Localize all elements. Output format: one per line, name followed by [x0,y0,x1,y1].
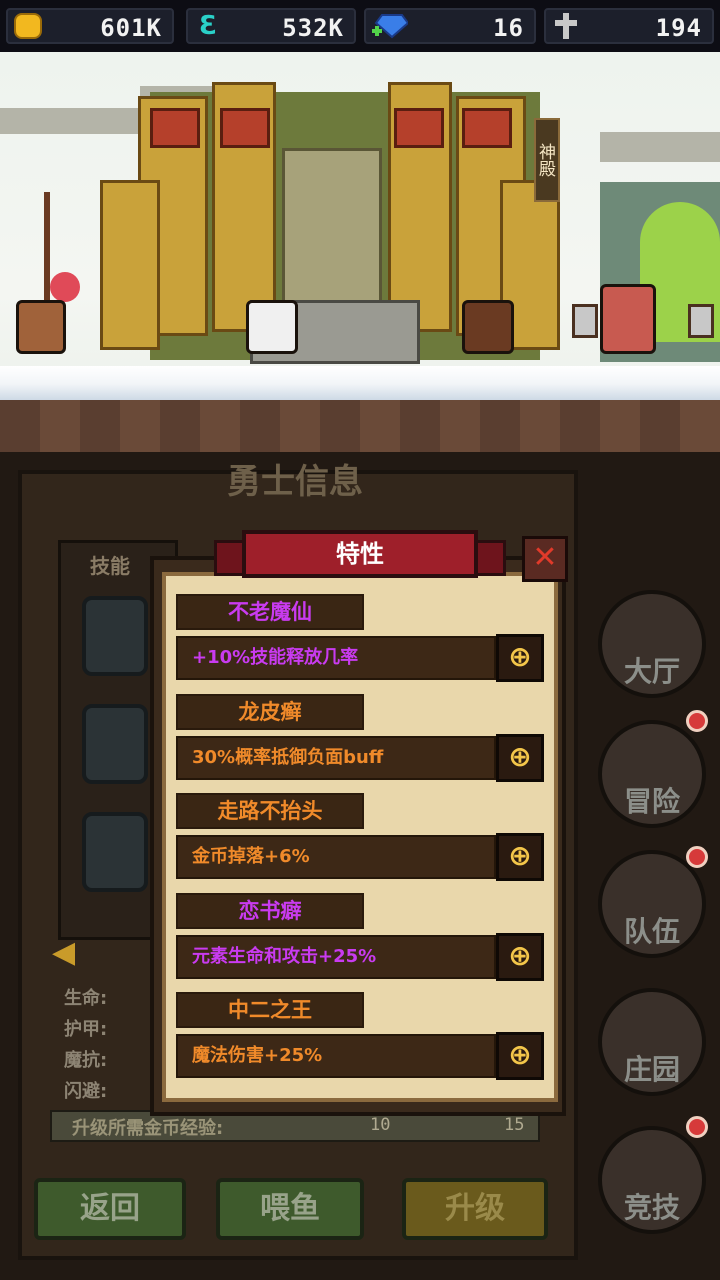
element-counter: Ɛ 532K [186,8,356,44]
dirt-ground [0,400,720,452]
stat-hp-label: 生命: [64,988,108,1009]
notification-badge [686,710,708,732]
hero-info-title: 勇士信息 [227,462,363,502]
menu-team-label: 队伍 [623,915,680,948]
menu-team-button[interactable]: 队伍 [598,850,706,958]
notification-badge [686,1116,708,1138]
reroll-trait-button[interactable]: ⊕ [496,833,544,881]
trait-effect: 30%概率抵御负面buff [176,736,496,780]
trait-name: 恋书癖 [176,893,364,929]
stat-dodge-label: 闪避: [64,1081,108,1102]
cross-value: 194 [655,14,702,42]
temple-sign: 神殿 [534,118,560,202]
reroll-trait-button[interactable]: ⊕ [496,734,544,782]
arrow-left-icon[interactable]: ◀ [52,938,88,968]
shield-icon [688,304,714,338]
currency-bar: 601K Ɛ 532K 16 194 [0,0,720,52]
reroll-trait-button[interactable]: ⊕ [496,634,544,682]
stat-resist-label: 魔抗: [64,1050,108,1071]
reroll-icon: ⊕ [508,1038,532,1071]
menu-manor-label: 庄园 [623,1053,680,1086]
back-button[interactable]: 返回 [34,1178,186,1240]
lock-icon[interactable] [82,704,148,784]
totem-pillar [100,180,160,350]
lock-icon[interactable] [82,812,148,892]
reroll-trait-button[interactable]: ⊕ [496,1032,544,1080]
upgrade-cost-label: 升级所需金币经验: [72,1118,224,1139]
skills-label: 技能 [90,554,130,578]
shield-icon [572,304,598,338]
trait-name: 中二之王 [176,992,364,1028]
totem-face [150,108,200,148]
snow-ground [0,366,720,402]
menu-hall-label: 大厅 [623,655,680,688]
gold-value: 601K [100,14,162,42]
menu-manor-button[interactable]: 庄园 [598,988,706,1096]
upgrade-gold-cost: 10 [370,1115,391,1135]
hero-white[interactable] [246,300,298,354]
trait-effect: 元素生命和攻击+25% [176,935,496,979]
gem-counter: 16 [364,8,536,44]
totem-face [394,108,444,148]
reroll-icon: ⊕ [508,839,532,872]
element-icon: Ɛ [198,11,218,41]
feed-button[interactable]: 喂鱼 [216,1178,364,1240]
enemy-knight[interactable] [600,284,656,354]
menu-arena-button[interactable]: 竞技 [598,1126,706,1234]
upgrade-element-cost: 15 [504,1115,525,1135]
cross-icon [552,13,580,39]
lock-icon[interactable] [82,596,148,676]
menu-arena-label: 竞技 [623,1191,680,1224]
trait-effect: +10%技能释放几率 [176,636,496,680]
dialog-title: 特性 [336,540,384,568]
cross-counter: 194 [544,8,714,44]
cloud [600,132,720,162]
totem-face [462,108,512,148]
notification-badge [686,846,708,868]
gold-counter: 601K [6,8,174,44]
trait-effect: 魔法伤害+25% [176,1034,496,1078]
menu-hall-button[interactable]: 大厅 [598,590,706,698]
trait-name: 走路不抬头 [176,793,364,829]
temple-door [282,148,382,318]
close-button[interactable]: ✕ [522,536,568,582]
menu-adventure-label: 冒险 [623,785,680,818]
trait-name: 龙皮癣 [176,694,364,730]
element-value: 532K [282,14,344,42]
stats-list: 生命: 护甲: 魔抗: 闪避: [50,972,160,1112]
stat-armor-label: 护甲: [64,1019,108,1040]
gem-value: 16 [493,14,524,42]
upgrade-button[interactable]: 升级 [402,1178,548,1240]
close-icon: ✕ [532,540,558,575]
reroll-icon: ⊕ [508,939,532,972]
trait-effect: 金币掉落+6% [176,835,496,879]
totem-face [220,108,270,148]
reroll-trait-button[interactable]: ⊕ [496,933,544,981]
menu-adventure-button[interactable]: 冒险 [598,720,706,828]
trait-name: 不老魔仙 [176,594,364,630]
gem-icon [372,13,410,39]
hero-dark[interactable] [462,300,514,354]
reroll-icon: ⊕ [508,640,532,673]
gold-icon [14,13,42,39]
hero-brown[interactable] [16,300,66,354]
reroll-icon: ⊕ [508,740,532,773]
